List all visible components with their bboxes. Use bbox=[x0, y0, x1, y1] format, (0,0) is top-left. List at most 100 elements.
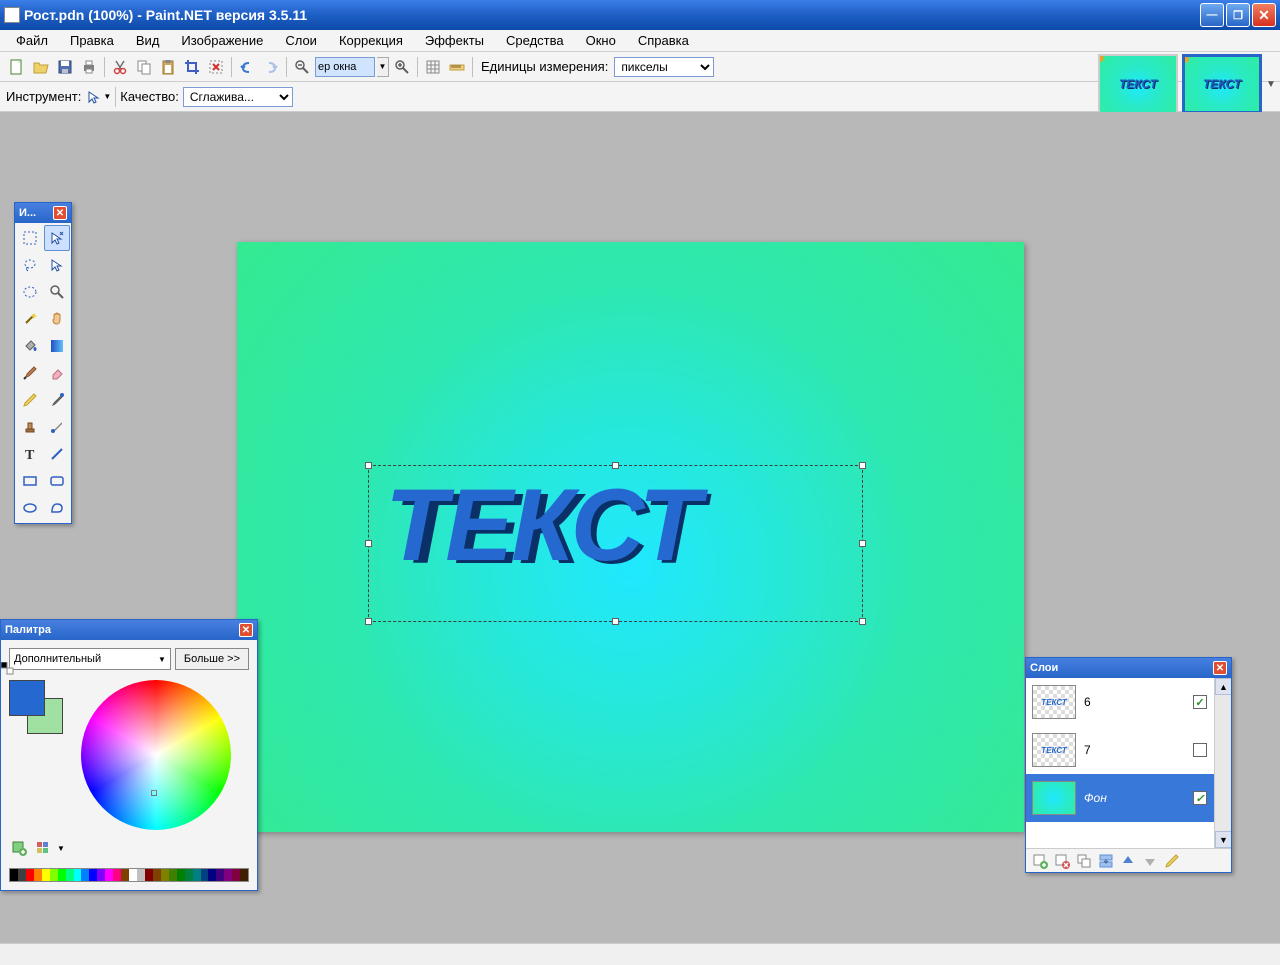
tools-panel-title[interactable]: И... ✕ bbox=[15, 203, 71, 223]
palette-color[interactable] bbox=[224, 869, 232, 881]
palette-color[interactable] bbox=[185, 869, 193, 881]
layer-row[interactable]: ТЕКСТ 6 ✓ bbox=[1026, 678, 1231, 726]
menu-view[interactable]: Вид bbox=[126, 31, 170, 50]
redo-button[interactable] bbox=[260, 56, 282, 78]
rectangle-tool[interactable] bbox=[17, 468, 43, 494]
delete-layer-button[interactable] bbox=[1052, 851, 1072, 871]
ellipse-select-tool[interactable] bbox=[17, 279, 43, 305]
menu-file[interactable]: Файл bbox=[6, 31, 58, 50]
magic-wand-tool[interactable] bbox=[17, 306, 43, 332]
maximize-button[interactable]: ❐ bbox=[1226, 3, 1250, 27]
minimize-button[interactable]: — bbox=[1200, 3, 1224, 27]
palette-color[interactable] bbox=[97, 869, 105, 881]
line-tool[interactable] bbox=[44, 441, 70, 467]
paint-bucket-tool[interactable] bbox=[17, 333, 43, 359]
move-layer-up-button[interactable] bbox=[1118, 851, 1138, 871]
palette-color[interactable] bbox=[153, 869, 161, 881]
clone-stamp-tool[interactable] bbox=[17, 414, 43, 440]
resize-handle-w[interactable] bbox=[365, 540, 372, 547]
palette-color[interactable] bbox=[81, 869, 89, 881]
palette-color[interactable] bbox=[201, 869, 209, 881]
recolor-tool[interactable] bbox=[44, 414, 70, 440]
primary-color-swatch[interactable] bbox=[9, 680, 45, 716]
more-button[interactable]: Больше >> bbox=[175, 648, 249, 670]
zoom-in-button[interactable] bbox=[391, 56, 413, 78]
resize-handle-se[interactable] bbox=[859, 618, 866, 625]
move-layer-down-button[interactable] bbox=[1140, 851, 1160, 871]
palette-color[interactable] bbox=[121, 869, 129, 881]
paste-button[interactable] bbox=[157, 56, 179, 78]
paintbrush-tool[interactable] bbox=[17, 360, 43, 386]
rounded-rect-tool[interactable] bbox=[44, 468, 70, 494]
ruler-button[interactable] bbox=[446, 56, 468, 78]
menu-image[interactable]: Изображение bbox=[171, 31, 273, 50]
palette-color[interactable] bbox=[74, 869, 82, 881]
zoom-input[interactable] bbox=[315, 57, 375, 77]
thumbs-dropdown[interactable]: ▼ bbox=[1266, 74, 1276, 94]
color-panel-title[interactable]: Палитра ✕ bbox=[1, 620, 257, 640]
cut-button[interactable] bbox=[109, 56, 131, 78]
palette-color[interactable] bbox=[177, 869, 185, 881]
layer-visible-checkbox[interactable] bbox=[1193, 743, 1207, 757]
units-select[interactable]: пикселы bbox=[614, 57, 714, 77]
gradient-tool[interactable] bbox=[44, 333, 70, 359]
layer-row[interactable]: Фон ✓ bbox=[1026, 774, 1231, 822]
resize-handle-s[interactable] bbox=[612, 618, 619, 625]
layers-panel-title[interactable]: Слои ✕ bbox=[1026, 658, 1231, 678]
eraser-tool[interactable] bbox=[44, 360, 70, 386]
resize-handle-n[interactable] bbox=[612, 462, 619, 469]
color-close-button[interactable]: ✕ bbox=[239, 623, 253, 637]
save-button[interactable] bbox=[54, 56, 76, 78]
palette-dropdown-arrow[interactable]: ▼ bbox=[57, 844, 65, 853]
palette-color[interactable] bbox=[137, 869, 145, 881]
palette-color[interactable] bbox=[58, 869, 66, 881]
resize-handle-nw[interactable] bbox=[365, 462, 372, 469]
doc-thumb-1[interactable]: ✹ ТЕКСТ bbox=[1098, 54, 1178, 114]
palette-color[interactable] bbox=[26, 869, 34, 881]
open-button[interactable] bbox=[30, 56, 52, 78]
palette-color[interactable] bbox=[208, 869, 216, 881]
menu-window[interactable]: Окно bbox=[576, 31, 626, 50]
palette-color[interactable] bbox=[113, 869, 121, 881]
wheel-marker[interactable] bbox=[151, 790, 157, 796]
zoom-out-button[interactable] bbox=[291, 56, 313, 78]
color-picker-tool[interactable] bbox=[44, 387, 70, 413]
scroll-up-button[interactable]: ▲ bbox=[1215, 678, 1231, 695]
palette-color[interactable] bbox=[10, 869, 18, 881]
resize-handle-sw[interactable] bbox=[365, 618, 372, 625]
ellipse-tool[interactable] bbox=[17, 495, 43, 521]
move-selection-tool[interactable] bbox=[44, 225, 70, 251]
manage-palette-icon[interactable] bbox=[33, 838, 53, 858]
palette-color[interactable] bbox=[240, 869, 248, 881]
move-pixels-tool[interactable] bbox=[44, 252, 70, 278]
crop-button[interactable] bbox=[181, 56, 203, 78]
layer-visible-checkbox[interactable]: ✓ bbox=[1193, 695, 1207, 709]
duplicate-layer-button[interactable] bbox=[1074, 851, 1094, 871]
rect-select-tool[interactable] bbox=[17, 225, 43, 251]
grid-button[interactable] bbox=[422, 56, 444, 78]
current-tool-icon[interactable] bbox=[85, 88, 103, 106]
color-wheel[interactable] bbox=[81, 680, 231, 830]
undo-button[interactable] bbox=[236, 56, 258, 78]
color-mode-select[interactable]: Дополнительный▼ bbox=[9, 648, 171, 670]
palette-color[interactable] bbox=[169, 869, 177, 881]
palette-color[interactable] bbox=[145, 869, 153, 881]
palette-color[interactable] bbox=[232, 869, 240, 881]
menu-tools[interactable]: Средства bbox=[496, 31, 574, 50]
palette-color[interactable] bbox=[161, 869, 169, 881]
deselect-button[interactable] bbox=[205, 56, 227, 78]
menu-layers[interactable]: Слои bbox=[275, 31, 327, 50]
layers-scrollbar[interactable]: ▲ ▼ bbox=[1214, 678, 1231, 848]
lasso-tool[interactable] bbox=[17, 252, 43, 278]
palette-color[interactable] bbox=[50, 869, 58, 881]
palette-color[interactable] bbox=[42, 869, 50, 881]
menu-help[interactable]: Справка bbox=[628, 31, 699, 50]
tool-dropdown-arrow[interactable]: ▼ bbox=[103, 92, 111, 101]
layer-properties-button[interactable] bbox=[1162, 851, 1182, 871]
add-layer-button[interactable] bbox=[1030, 851, 1050, 871]
text-tool[interactable]: T bbox=[17, 441, 43, 467]
palette-color[interactable] bbox=[89, 869, 97, 881]
new-button[interactable] bbox=[6, 56, 28, 78]
resize-handle-e[interactable] bbox=[859, 540, 866, 547]
merge-layer-button[interactable] bbox=[1096, 851, 1116, 871]
